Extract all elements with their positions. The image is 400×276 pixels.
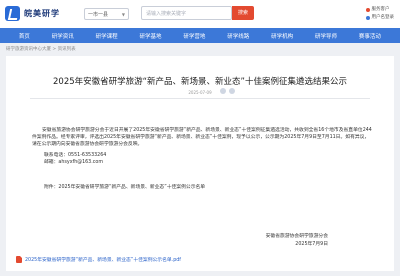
user-utilities: 服务客户 用户名登录 — [365, 6, 395, 22]
sign-org: 安徽省旅游协会研学旅游分会 — [265, 234, 328, 239]
article-date: 2025-07-09 — [188, 90, 212, 95]
signature-block: 安徽省旅游协会研学旅游分会 2025年7月9日 — [266, 233, 328, 248]
contact-email: 邮箱：ahsyxfh@163.com — [44, 160, 103, 165]
site-logo[interactable]: 皖美研学 — [5, 6, 60, 21]
article-card: 2025年安徽省研学旅游“新产品、新场景、新业态”十佳案例征集遴选结果公示 20… — [6, 56, 394, 271]
top-header: 皖美研学 一市一县 ▼ 请输入搜索关键字 搜索 服务客户 用户名登录 — [0, 0, 400, 28]
search-button[interactable]: 搜索 — [232, 6, 254, 20]
nav-routes[interactable]: 研学线路 — [227, 32, 249, 40]
nav-mentors[interactable]: 研学导师 — [315, 32, 337, 40]
nav-bases[interactable]: 研学基地 — [140, 32, 162, 40]
attachment-link[interactable]: 2025年安徽省研学旅游“新产品、新场景、新业态”十佳案例公示名单.pdf — [16, 256, 181, 263]
nav-home[interactable]: 首页 — [19, 32, 30, 40]
breadcrumb[interactable]: 研学旅游资讯中心大厦 > 资讯列表 — [6, 46, 76, 52]
share-icons — [220, 88, 235, 94]
article-paragraph: 安徽省旅游协会研学旅游分会于近日开展了2025年安徽省研学旅游“新产品、新场景、… — [32, 128, 372, 148]
attachment-filename: 2025年安徽省研学旅游“新产品、新场景、新业态”十佳案例公示名单.pdf — [25, 258, 181, 263]
region-select-label: 一市一县 — [88, 12, 109, 18]
user-icon — [365, 16, 370, 20]
attachment-note: 附件：2025年安徽省研学旅游“新产品、新场景、新业态”十佳案例公示名单 — [44, 185, 206, 190]
pdf-icon — [16, 256, 22, 263]
logo-text: 皖美研学 — [24, 9, 60, 18]
nav-news[interactable]: 研学资讯 — [52, 32, 74, 40]
article-meta: 2025-07-09 — [6, 90, 394, 95]
nav-events[interactable]: 赛事活动 — [359, 32, 381, 40]
nav-camps[interactable]: 研学营地 — [183, 32, 205, 40]
region-select[interactable]: 一市一县 ▼ — [84, 8, 129, 20]
nav-institutions[interactable]: 研学机构 — [271, 32, 293, 40]
search-input[interactable]: 请输入搜索关键字 — [141, 6, 232, 20]
chevron-down-icon: ▼ — [121, 12, 125, 17]
logo-icon — [5, 6, 20, 21]
service-link[interactable]: 服务客户 — [365, 6, 395, 14]
nav-courses[interactable]: 研学课程 — [96, 32, 118, 40]
main-nav: 首页 研学资讯 研学课程 研学基地 研学营地 研学线路 研学机构 研学导师 赛事… — [0, 28, 400, 43]
share-icon[interactable] — [220, 88, 226, 94]
service-icon — [365, 8, 370, 12]
divider — [30, 98, 370, 99]
sign-date: 2025年7月9日 — [295, 241, 328, 247]
share-icon[interactable] — [229, 88, 235, 94]
article-title: 2025年安徽省研学旅游“新产品、新场景、新业态”十佳案例征集遴选结果公示 — [53, 77, 347, 87]
login-link[interactable]: 用户名登录 — [365, 14, 394, 22]
